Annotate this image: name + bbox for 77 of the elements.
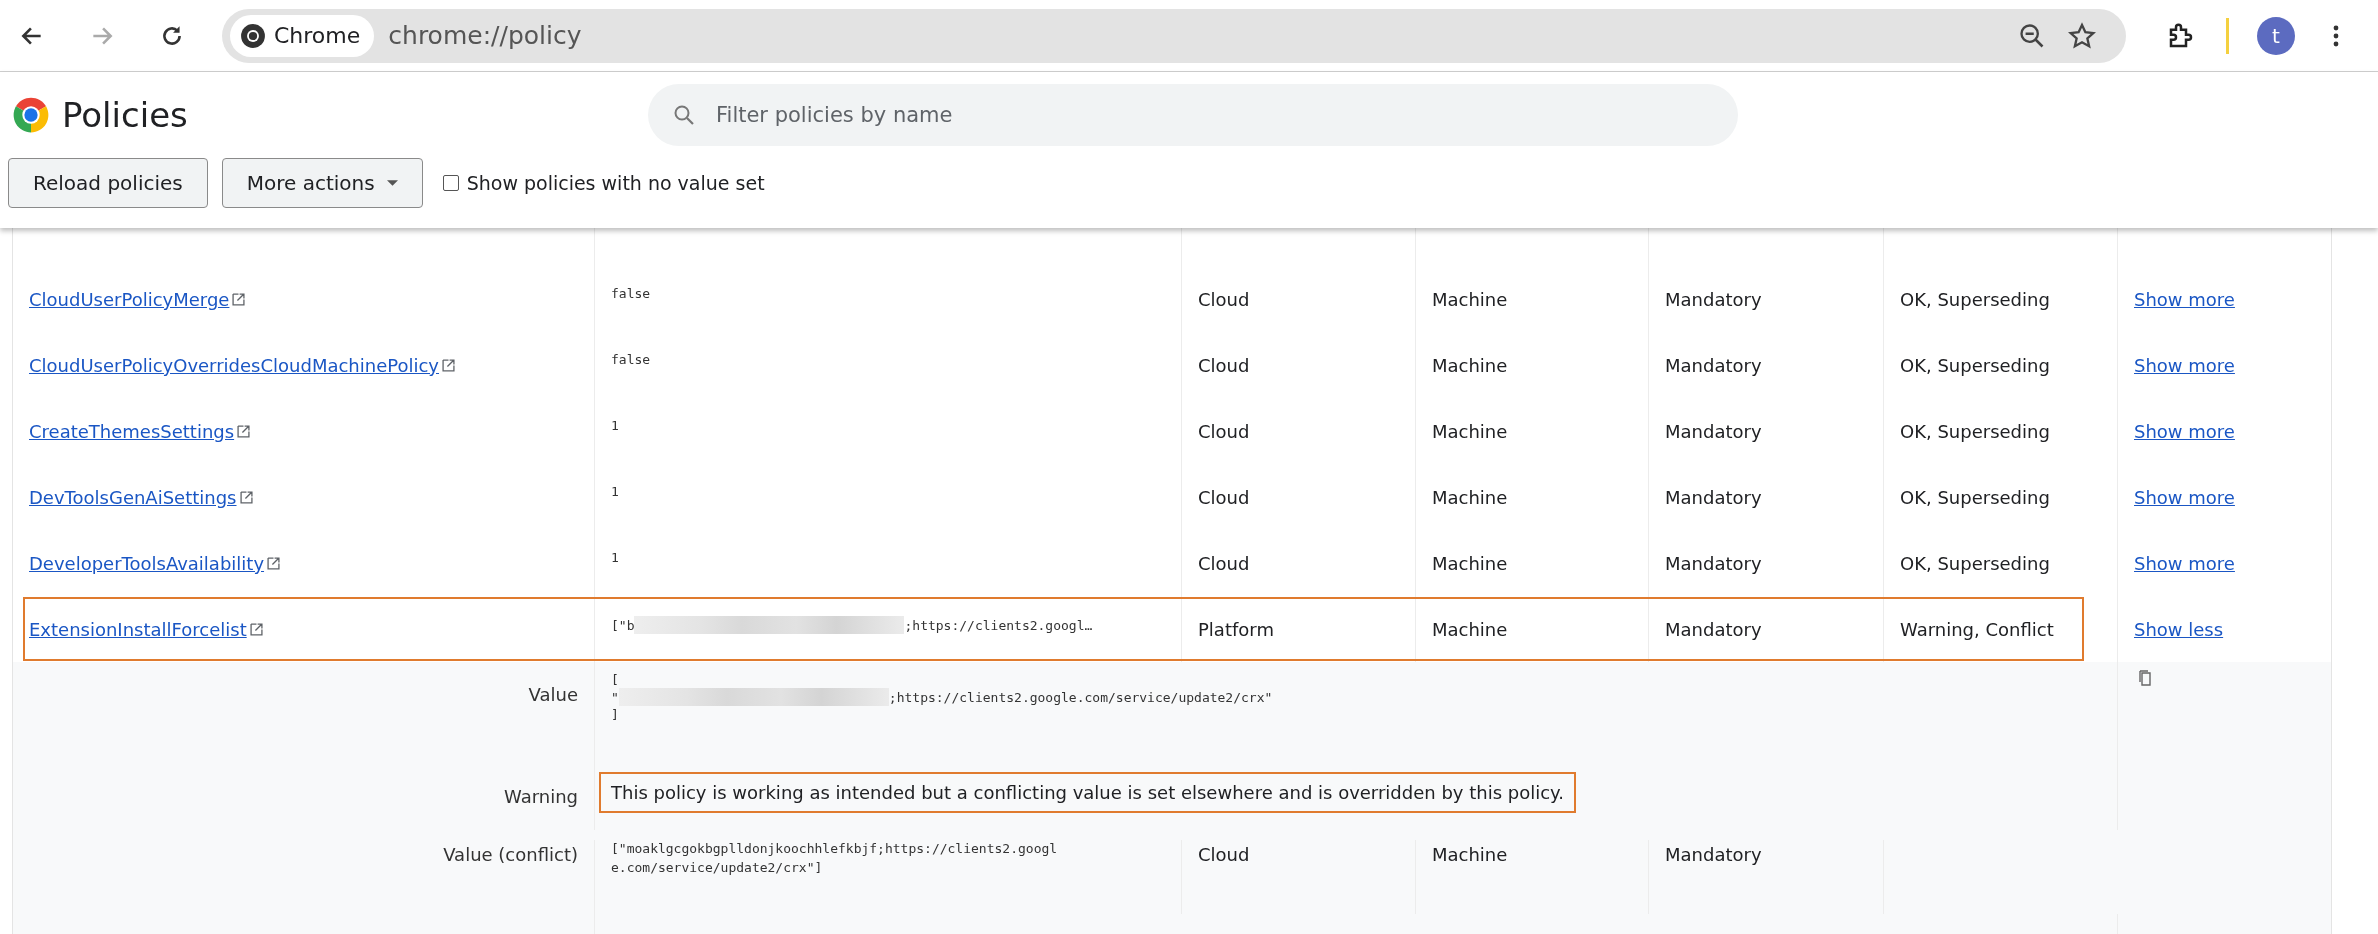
policy-link[interactable]: CloudUserPolicyOverridesCloudMachinePolicy (29, 354, 440, 376)
browser-logo-icon (240, 22, 266, 49)
toggle-link[interactable]: Show more (2134, 552, 2235, 574)
url-text: chrome://policy (388, 21, 583, 50)
status-text: OK, Superseding (1900, 288, 2050, 310)
scope-text: Machine (1432, 420, 1508, 442)
external-link-icon (267, 556, 281, 570)
value-text: false (611, 286, 651, 301)
policy-link[interactable]: DevToolsGenAiSettings (29, 486, 237, 508)
policy-link[interactable]: DeveloperToolsAvailability (29, 552, 265, 574)
value-text: ;https://clients2.googl… (904, 617, 1093, 633)
status-text: OK, Superseding (1900, 552, 2050, 574)
level-text: Mandatory (1665, 552, 1762, 574)
value-text: 1 (611, 418, 619, 433)
checkbox-label: Show policies with no value set (466, 172, 765, 194)
status-text: OK, Superseding (1900, 486, 2050, 508)
status-text: Warning, Conflict (1900, 618, 2054, 640)
level-text: Mandatory (1665, 844, 1762, 865)
detail-label: Value (conflict) (443, 844, 578, 865)
zoom-out-icon[interactable] (2018, 21, 2046, 50)
source-text: Cloud (1198, 486, 1250, 508)
status-text: OK, Superseding (1900, 420, 2050, 442)
scope-text: Machine (1432, 486, 1508, 508)
toggle-link[interactable]: Show more (2134, 288, 2235, 310)
level-text: Mandatory (1665, 486, 1762, 508)
value-text: [ (611, 672, 619, 687)
scope-text: Machine (1432, 618, 1508, 640)
status-text: OK, Superseding (1900, 354, 2050, 376)
caret-icon (386, 180, 398, 186)
search-field[interactable]: Filter policies by name (648, 84, 1738, 146)
value-text: 1 (611, 484, 619, 499)
external-link-icon (442, 358, 456, 372)
address-bar[interactable]: Chrome chrome://policy (222, 8, 2126, 63)
level-text: Mandatory (1665, 420, 1762, 442)
source-text: Cloud (1198, 844, 1250, 865)
external-link-icon (249, 622, 263, 636)
reload-button[interactable]: Reload policies (8, 158, 208, 208)
source-text: Cloud (1198, 552, 1250, 574)
conflict-value: ["moaklgcgokbgplldonjkoochhlefkbjf;https://clients2.google.com/service/update2/crx"] (611, 840, 1058, 877)
external-link-icon (232, 292, 246, 306)
level-text: Mandatory (1665, 288, 1762, 310)
checkbox[interactable] (442, 175, 459, 191)
toggle-link[interactable]: Show more (2134, 354, 2235, 376)
source-text: Cloud (1198, 354, 1250, 376)
toggle-link[interactable]: Show more (2134, 486, 2235, 508)
value-text: 1 (611, 550, 619, 565)
value-text: false (611, 352, 651, 367)
scope-text: Machine (1432, 844, 1508, 865)
browser-logo-icon (12, 96, 50, 134)
level-text: Mandatory (1665, 354, 1762, 376)
site-chip[interactable]: Chrome (230, 14, 375, 57)
external-link-icon (237, 424, 251, 438)
detail-label: Warning (504, 786, 578, 807)
value-text: ["b (611, 617, 635, 633)
scope-text: Machine (1432, 552, 1508, 574)
page-title: Policies (62, 95, 189, 135)
policy-link[interactable]: CreateThemesSettings (29, 420, 235, 442)
value-text: " (611, 689, 619, 705)
dropdown-button[interactable]: More actions (221, 158, 423, 208)
external-link-icon (239, 490, 253, 504)
source-text: Platform (1198, 618, 1274, 640)
profile-avatar[interactable]: t (2257, 16, 2295, 55)
policy-link[interactable]: CloudUserPolicyMerge (29, 288, 230, 310)
star-icon[interactable] (2068, 21, 2096, 50)
policy-link[interactable]: ExtensionInstallForcelist (29, 618, 247, 640)
source-text: Cloud (1198, 420, 1250, 442)
scope-text: Machine (1432, 288, 1508, 310)
copy-icon[interactable] (2138, 670, 2152, 686)
scope-text: Machine (1432, 354, 1508, 376)
source-text: Cloud (1198, 288, 1250, 310)
toggle-link[interactable]: Show less (2134, 618, 2224, 640)
value-text: ;https://clients2.google.com/service/update2/crx" (888, 689, 1273, 705)
value-text: ] (611, 707, 619, 722)
level-text: Mandatory (1665, 618, 1762, 640)
toggle-link[interactable]: Show more (2134, 420, 2235, 442)
detail-label: Value (528, 684, 578, 705)
warning-message: This policy is working as intended but a conflicting value is set elsewhere and is overridden by this policy. (599, 772, 1576, 813)
